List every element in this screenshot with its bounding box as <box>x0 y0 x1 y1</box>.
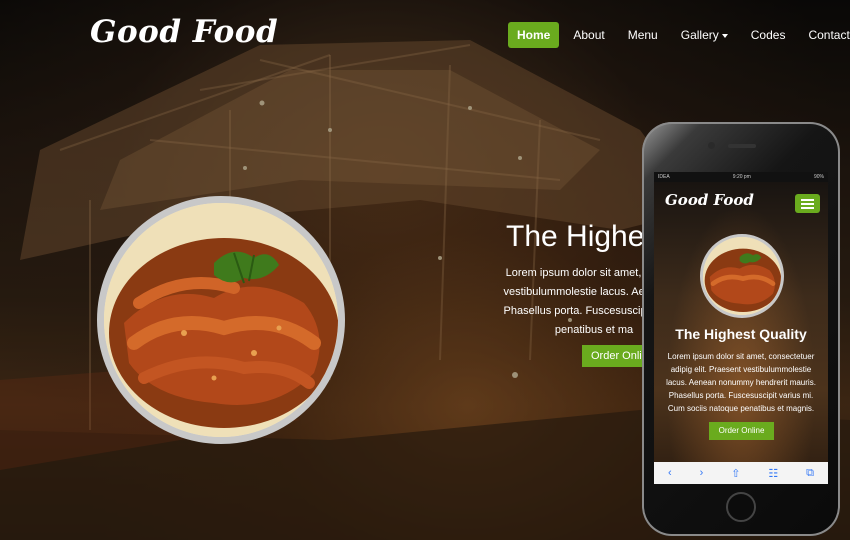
chevron-down-icon <box>721 33 728 38</box>
mobile-line: Lorem ipsum dolor sit amet, consectetuer <box>667 352 815 361</box>
speaker-grille <box>728 144 756 148</box>
shrimp-dish-illustration <box>703 237 781 315</box>
browser-toolbar: ‹ › ⇧ ☷ ⧉ <box>654 462 828 484</box>
battery-label: 90% <box>813 174 824 180</box>
nav-menu[interactable]: Menu <box>619 22 667 48</box>
mobile-title: The Highest Quality <box>675 326 807 342</box>
nav-gallery-label: Gallery <box>680 28 719 42</box>
share-icon[interactable]: ⇧ <box>731 467 740 480</box>
nav-about[interactable]: About <box>564 22 613 48</box>
mobile-line: Cum sociis natoque penatibus et magnis. <box>667 404 815 413</box>
mobile-logo[interactable]: Good Food <box>665 191 754 209</box>
shrimp-dish-illustration <box>104 203 338 437</box>
status-bar: IDEA 9:20 pm 90% <box>654 172 828 182</box>
nav-home[interactable]: Home <box>508 22 560 48</box>
nav-codes[interactable]: Codes <box>742 22 795 48</box>
nav-contact[interactable]: Contact <box>799 22 850 48</box>
hamburger-menu-icon[interactable] <box>795 194 820 213</box>
nav-gallery[interactable]: Gallery <box>672 22 737 48</box>
mobile-food-image <box>700 234 784 318</box>
phone-screen: IDEA 9:20 pm 90% Good Food The Highest Q… <box>654 172 828 484</box>
carrier-label: IDEA <box>658 174 670 180</box>
bookmarks-icon[interactable]: ☷ <box>768 467 778 480</box>
site-logo[interactable]: Good Food <box>90 14 278 50</box>
back-icon[interactable]: ‹ <box>668 467 672 479</box>
mobile-order-online-button[interactable]: Order Online <box>709 422 774 440</box>
mobile-line: lacus. Aenean nonummy hendrerit mauris. <box>666 378 816 387</box>
time-label: 9:20 pm <box>732 174 751 180</box>
food-image <box>97 196 345 444</box>
camera-icon <box>708 142 715 149</box>
phone-mockup: IDEA 9:20 pm 90% Good Food The Highest Q… <box>642 122 840 536</box>
tabs-icon[interactable]: ⧉ <box>806 467 814 480</box>
home-button[interactable] <box>726 492 756 522</box>
mobile-line: Phasellus porta. Fuscesuscipit varius mi… <box>668 391 814 400</box>
forward-icon[interactable]: › <box>700 467 704 479</box>
mobile-line: adipig elit. Praesent vestibulummolestie <box>670 365 812 374</box>
mobile-description: Lorem ipsum dolor sit amet, consectetuer… <box>654 350 828 415</box>
main-nav: Home About Menu Gallery Codes Contact <box>508 22 850 48</box>
